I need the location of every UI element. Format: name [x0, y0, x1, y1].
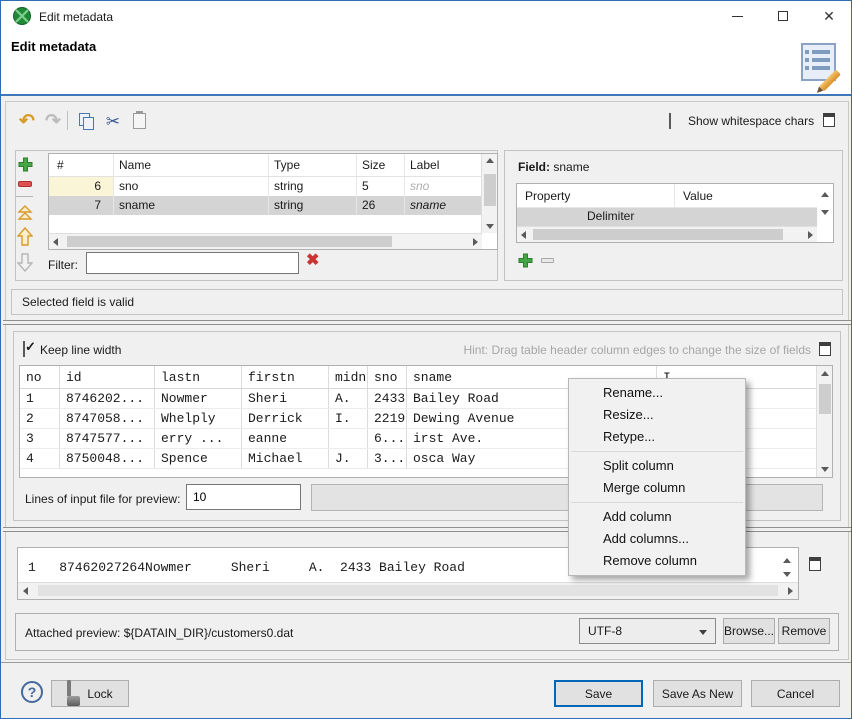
footer-separator [1, 662, 852, 663]
paste-button[interactable] [127, 109, 151, 133]
edit-metadata-icon [801, 43, 840, 86]
field-detail-title: Field: sname [518, 160, 589, 174]
edit-metadata-dialog: Edit metadata ✕ Edit metadata ↶ ↶ ✂ Show… [0, 0, 852, 719]
help-icon: ? [28, 684, 37, 700]
lock-icon [67, 682, 80, 706]
help-button[interactable]: ? [21, 681, 43, 703]
fields-table: # Name Type Size Label 6 sno string 5 sn… [48, 153, 498, 250]
data-table-vscrollbar[interactable] [816, 366, 832, 477]
column-context-menu: Rename... Resize... Retype... Split colu… [568, 378, 746, 576]
maximize-preview-icon[interactable] [809, 557, 821, 571]
horizontal-splitter-top[interactable] [3, 320, 851, 325]
preview-hscrollbar[interactable] [18, 582, 798, 599]
fields-table-vscrollbar[interactable] [481, 154, 497, 233]
maximize-button[interactable] [760, 1, 806, 31]
remove-field-icon[interactable] [18, 181, 32, 187]
save-button[interactable]: Save [554, 680, 643, 707]
redo-button[interactable]: ↶ [41, 109, 65, 133]
copy-icon [79, 113, 95, 130]
redo-icon: ↶ [45, 112, 61, 131]
browse-button[interactable]: Browse... [723, 618, 775, 644]
close-button[interactable]: ✕ [806, 1, 852, 31]
preview-scroll-down-icon[interactable] [783, 572, 791, 577]
field-label: Field: [518, 160, 550, 174]
maximize-table-panel-icon[interactable] [819, 342, 831, 356]
menu-item-retype[interactable]: Retype... [569, 426, 745, 448]
undo-icon: ↶ [19, 112, 35, 131]
remove-property-icon[interactable] [541, 258, 554, 263]
hint-text: Hint: Drag table header column edges to … [463, 343, 811, 357]
page-title: Edit metadata [11, 39, 96, 54]
app-logo-icon [13, 7, 31, 25]
attached-preview-path: Attached preview: ${DATAIN_DIR}/customer… [25, 626, 293, 640]
chevron-down-icon [699, 630, 707, 635]
property-row-delimiter[interactable]: Delimiter [517, 208, 817, 226]
menu-item-resize[interactable]: Resize... [569, 404, 745, 426]
side-toolbar-separator [16, 196, 33, 197]
move-field-down-icon[interactable] [17, 253, 33, 272]
add-field-icon[interactable] [18, 157, 33, 172]
field-row-sno[interactable]: 6 sno string 5 sno [49, 177, 497, 196]
menu-item-add-column[interactable]: Add column [569, 506, 745, 528]
property-table-vscroll-arrows[interactable] [817, 184, 833, 225]
encoding-value: UTF-8 [588, 624, 622, 638]
col-header-label[interactable]: Label [405, 154, 481, 176]
keep-line-width-label: Keep line width [40, 343, 121, 357]
field-name-value: sname [553, 160, 589, 174]
clear-filter-icon[interactable]: ✖ [306, 253, 319, 269]
cut-button[interactable]: ✂ [101, 109, 125, 133]
toolbar-separator [67, 111, 68, 130]
property-table: Property Value Delimiter [516, 183, 834, 243]
property-table-header[interactable]: Property Value [517, 184, 833, 208]
cancel-button[interactable]: Cancel [751, 680, 840, 707]
show-whitespace-label: Show whitespace chars [688, 114, 814, 128]
property-table-hscrollbar[interactable] [517, 226, 817, 242]
lines-preview-input[interactable] [186, 484, 301, 510]
menu-item-remove-column[interactable]: Remove column [569, 550, 745, 572]
preview-scroll-up-icon[interactable] [783, 558, 791, 563]
fields-table-header[interactable]: # Name Type Size Label [49, 154, 497, 177]
preview-line: 1 87462027264Nowmer Sheri A. 2433 Bailey… [28, 560, 465, 575]
show-whitespace-checkbox[interactable] [669, 113, 671, 129]
validation-status: Selected field is valid [11, 289, 843, 315]
move-field-up-icon[interactable] [17, 227, 33, 246]
close-icon: ✕ [823, 8, 835, 25]
lock-label: Lock [87, 687, 112, 701]
menu-separator [571, 451, 743, 452]
fields-table-hscrollbar[interactable] [49, 233, 482, 249]
minimize-icon [732, 16, 743, 17]
keep-line-width-checkbox[interactable] [23, 341, 25, 357]
field-row-sname-selected[interactable]: 7 sname string 26 sname [49, 196, 497, 215]
col-header-size[interactable]: Size [357, 154, 405, 176]
menu-item-rename[interactable]: Rename... [569, 382, 745, 404]
col-header-value[interactable]: Value [675, 184, 817, 207]
encoding-select[interactable]: UTF-8 [579, 618, 716, 644]
add-property-icon[interactable] [518, 253, 533, 268]
filter-label: Filter: [48, 258, 78, 272]
menu-item-add-columns[interactable]: Add columns... [569, 528, 745, 550]
lines-preview-label: Lines of input file for preview: [25, 492, 180, 506]
col-header-type[interactable]: Type [269, 154, 357, 176]
maximize-icon [778, 11, 788, 21]
col-header-num[interactable]: # [49, 154, 114, 176]
move-field-top-icon[interactable] [17, 204, 33, 221]
minimize-button[interactable] [714, 1, 760, 31]
col-header-name[interactable]: Name [114, 154, 269, 176]
remove-button[interactable]: Remove [778, 618, 830, 644]
cut-icon: ✂ [106, 113, 120, 130]
maximize-panel-icon[interactable] [823, 113, 835, 127]
col-header-property[interactable]: Property [517, 184, 675, 207]
save-as-new-button[interactable]: Save As New [653, 680, 742, 707]
window-title: Edit metadata [39, 10, 113, 24]
header-accent-line [1, 94, 851, 96]
disabled-field [311, 484, 823, 511]
filter-input[interactable] [86, 252, 299, 274]
menu-item-merge-column[interactable]: Merge column [569, 477, 745, 499]
menu-item-split-column[interactable]: Split column [569, 455, 745, 477]
paste-icon [133, 113, 146, 129]
lock-button[interactable]: Lock [51, 680, 129, 707]
copy-button[interactable] [75, 109, 99, 133]
menu-separator [571, 502, 743, 503]
undo-button[interactable]: ↶ [15, 109, 39, 133]
